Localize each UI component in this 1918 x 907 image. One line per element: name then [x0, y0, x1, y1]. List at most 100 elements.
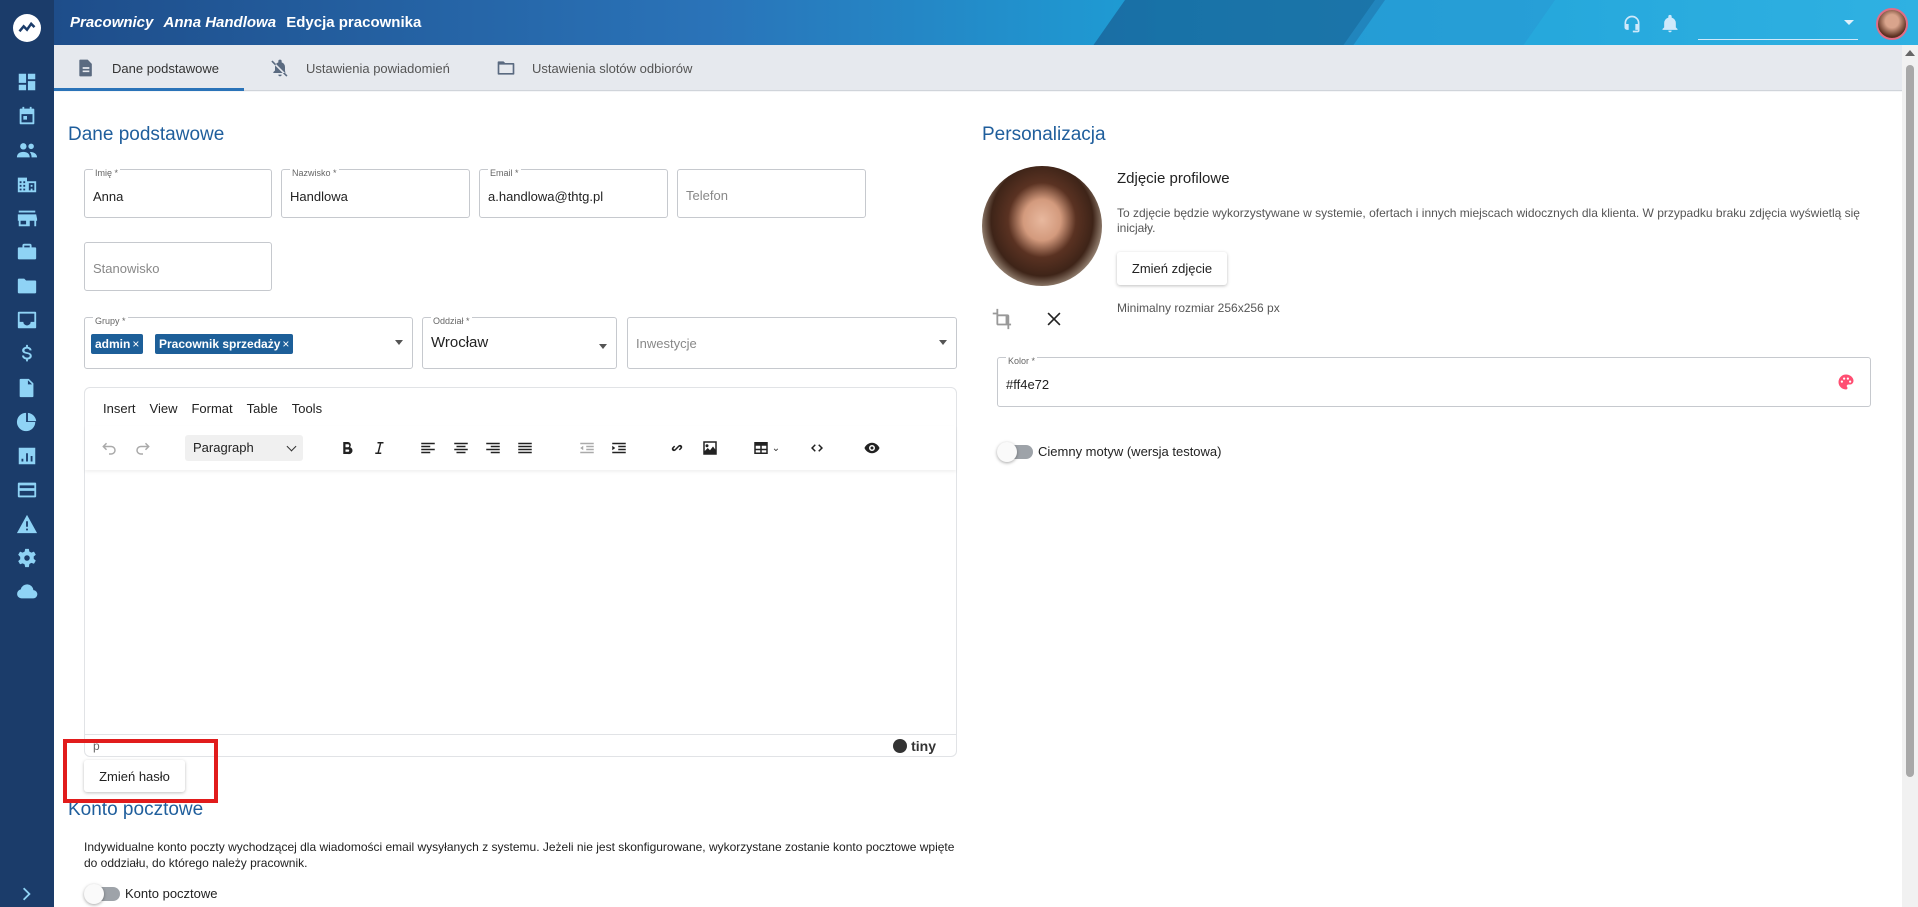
block-format-value: Paragraph	[193, 440, 254, 455]
calendar-icon[interactable]	[15, 104, 39, 128]
field-label: Oddział *	[431, 316, 472, 326]
settings-icon[interactable]	[15, 546, 39, 570]
document-icon	[79, 59, 92, 77]
branch-select[interactable]: Oddział * Wrocław	[422, 316, 617, 369]
highlight-box	[63, 739, 218, 803]
menu-tools[interactable]: Tools	[292, 401, 322, 416]
italic-icon[interactable]	[367, 436, 391, 460]
undo-icon[interactable]	[97, 436, 121, 460]
avatar[interactable]	[1876, 8, 1908, 40]
code-icon[interactable]	[805, 436, 829, 460]
notifications-off-icon	[271, 59, 288, 77]
section-title-personalization: Personalizacja	[982, 124, 1106, 145]
menu-table[interactable]: Table	[247, 401, 278, 416]
dollar-icon[interactable]	[15, 342, 39, 366]
tab-basic-data[interactable]: Dane podstawowe	[76, 45, 219, 91]
investments-select[interactable]: Inwestycje	[627, 317, 957, 369]
redo-icon[interactable]	[131, 436, 155, 460]
scroll-up-icon[interactable]	[1905, 50, 1915, 56]
block-format-select[interactable]: Paragraph	[185, 435, 303, 461]
tab-slot-settings[interactable]: Ustawienia slotów odbiorów	[496, 45, 692, 91]
align-left-icon[interactable]	[416, 436, 440, 460]
bar-chart-icon[interactable]	[15, 444, 39, 468]
chevron-down-icon[interactable]	[395, 340, 403, 345]
field-placeholder: Stanowisko	[93, 261, 160, 276]
document-icon[interactable]	[15, 376, 39, 400]
briefcase-icon[interactable]	[15, 240, 39, 264]
bold-icon[interactable]	[335, 436, 359, 460]
color-field[interactable]: Kolor * #ff4e72	[997, 356, 1871, 407]
tab-label: Dane podstawowe	[112, 60, 219, 76]
menu-view[interactable]: View	[150, 401, 178, 416]
expand-sidebar-icon[interactable]	[15, 882, 39, 906]
first-name-field[interactable]: Imię * Anna	[84, 168, 272, 218]
phone-field[interactable]: Telefon	[677, 169, 866, 218]
chevron-down-icon[interactable]	[599, 344, 607, 349]
mail-description: Indywidualne konto poczty wychodzącej dl…	[84, 840, 955, 870]
chip-admin[interactable]: admin ×	[91, 334, 144, 354]
chip-remove-icon[interactable]: ×	[282, 337, 289, 351]
scrollbar-thumb[interactable]	[1906, 65, 1914, 777]
mail-account-toggle[interactable]	[84, 884, 120, 904]
people-icon[interactable]	[15, 138, 39, 162]
bell-icon[interactable]	[1660, 14, 1680, 34]
app-logo-icon[interactable]	[13, 14, 41, 42]
link-icon[interactable]	[665, 436, 689, 460]
pie-chart-icon[interactable]	[15, 410, 39, 434]
tab-notification-settings[interactable]: Ustawienia powiadomień	[270, 45, 450, 91]
section-title-basic: Dane podstawowe	[68, 124, 225, 145]
profile-photo	[982, 166, 1102, 286]
breadcrumb-link[interactable]: Pracownicy	[70, 14, 153, 31]
dark-theme-toggle[interactable]	[997, 442, 1033, 462]
crop-icon[interactable]	[989, 307, 1013, 331]
field-placeholder: Inwestycje	[636, 336, 697, 351]
tiny-brand[interactable]: tiny	[893, 738, 936, 754]
topbar-actions	[1622, 8, 1908, 40]
folder-icon[interactable]	[15, 274, 39, 298]
user-select[interactable]	[1698, 8, 1858, 40]
rich-text-editor: Insert View Format Table Tools Paragraph…	[84, 387, 957, 757]
folder-icon	[497, 61, 515, 75]
credit-card-icon[interactable]	[15, 478, 39, 502]
sidebar	[0, 0, 54, 907]
chevron-down-icon[interactable]	[939, 340, 947, 345]
main-content: Dane podstawowe Imię * Anna Nazwisko * H…	[54, 92, 1902, 907]
support-icon[interactable]	[1622, 14, 1642, 34]
field-label: Nazwisko *	[290, 168, 339, 178]
toggle-knob	[84, 884, 104, 904]
close-icon[interactable]	[1042, 307, 1066, 331]
field-placeholder: Telefon	[686, 188, 728, 203]
editor-toolbar: Paragraph ⌄	[85, 426, 956, 470]
palette-icon[interactable]	[1837, 373, 1855, 391]
chip-remove-icon[interactable]: ×	[132, 337, 139, 351]
field-value: Handlowa	[290, 189, 348, 204]
table-icon[interactable]: ⌄	[748, 436, 784, 460]
menu-format[interactable]: Format	[191, 401, 232, 416]
inbox-icon[interactable]	[15, 308, 39, 332]
outdent-icon[interactable]	[575, 436, 599, 460]
store-icon[interactable]	[15, 206, 39, 230]
photo-title: Zdjęcie profilowe	[1117, 170, 1230, 187]
image-icon[interactable]	[698, 436, 722, 460]
indent-icon[interactable]	[607, 436, 631, 460]
groups-select[interactable]: Grupy * admin × Pracownik sprzedaży ×	[84, 316, 413, 369]
cloud-icon[interactable]	[15, 580, 39, 604]
align-right-icon[interactable]	[481, 436, 505, 460]
field-label: Grupy *	[93, 316, 128, 326]
chevron-down-icon	[1844, 20, 1854, 25]
warning-icon[interactable]	[15, 512, 39, 536]
breadcrumb-link[interactable]: Anna Handlowa	[164, 14, 277, 31]
align-justify-icon[interactable]	[513, 436, 537, 460]
scrollbar[interactable]	[1902, 45, 1918, 907]
align-center-icon[interactable]	[449, 436, 473, 460]
chevron-down-icon	[286, 441, 297, 452]
change-photo-button[interactable]: Zmień zdjęcie	[1117, 252, 1227, 285]
chip-sales[interactable]: Pracownik sprzedaży ×	[155, 334, 294, 354]
position-field[interactable]: Stanowisko	[84, 242, 272, 291]
email-field[interactable]: Email * a.handlowa@thtg.pl	[479, 168, 668, 218]
buildings-icon[interactable]	[15, 172, 39, 196]
last-name-field[interactable]: Nazwisko * Handlowa	[281, 168, 470, 218]
dashboard-icon[interactable]	[15, 70, 39, 94]
menu-insert[interactable]: Insert	[103, 401, 136, 416]
preview-eye-icon[interactable]	[860, 436, 884, 460]
